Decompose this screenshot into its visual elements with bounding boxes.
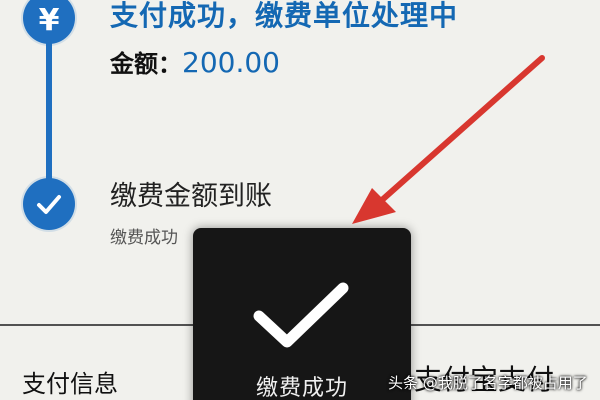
payment-result-screen: ¥ 支付成功，缴费单位处理中 金额：200.00 缴费金额到账 缴费成功 支付信… xyxy=(0,0,600,400)
watermark: 头条 @我脱了名字都被占用了 xyxy=(388,374,588,392)
arrow-icon xyxy=(352,55,545,224)
